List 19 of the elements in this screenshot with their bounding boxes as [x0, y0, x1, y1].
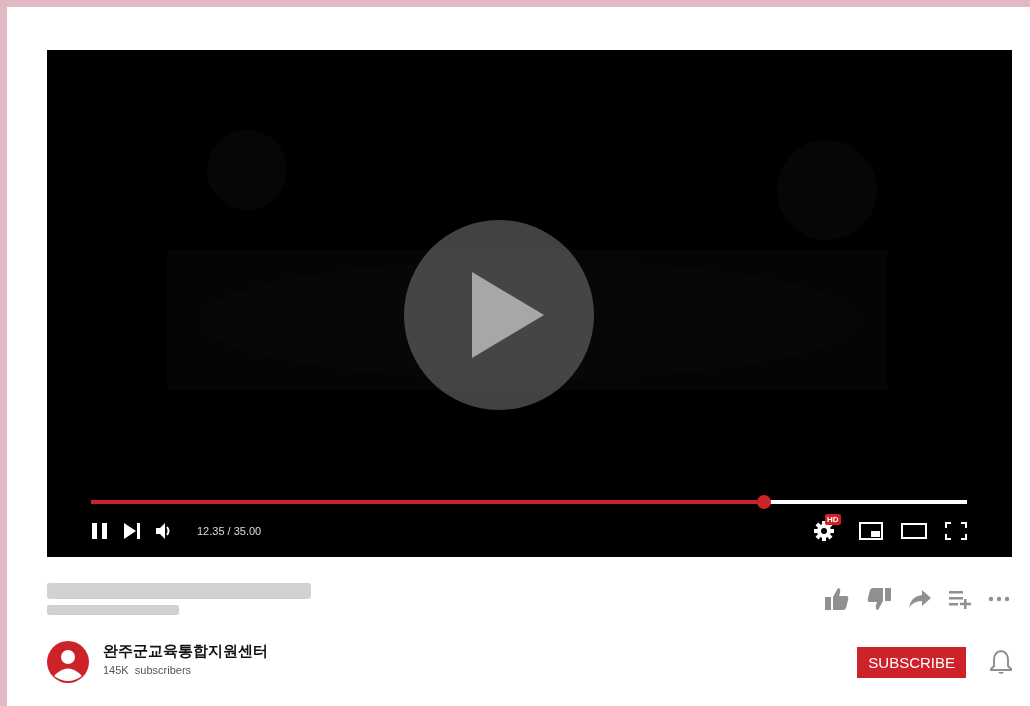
next-icon[interactable] [123, 522, 141, 540]
more-icon[interactable] [988, 596, 1010, 602]
quality-badge: HD [825, 514, 841, 525]
share-icon[interactable] [908, 589, 932, 609]
pause-icon[interactable] [91, 522, 109, 540]
progress-handle[interactable] [756, 495, 771, 509]
add-to-playlist-icon[interactable] [948, 589, 972, 609]
subscribe-button[interactable]: SUBSCRIBE [857, 646, 966, 678]
time-display: 12.35 / 35.00 [197, 525, 262, 537]
channel-name[interactable]: 완주군교육통합지원센터 [103, 642, 268, 661]
bell-icon[interactable] [990, 649, 1012, 675]
fullscreen-icon[interactable] [945, 522, 967, 540]
theater-mode-icon[interactable] [901, 523, 927, 539]
subscriber-count: 145K subscribers [103, 664, 193, 676]
play-button[interactable] [404, 220, 594, 410]
avatar-icon[interactable] [47, 641, 89, 683]
thumbs-up-icon[interactable] [824, 587, 850, 611]
miniplayer-icon[interactable] [859, 522, 883, 540]
thumbs-down-icon[interactable] [866, 587, 892, 611]
